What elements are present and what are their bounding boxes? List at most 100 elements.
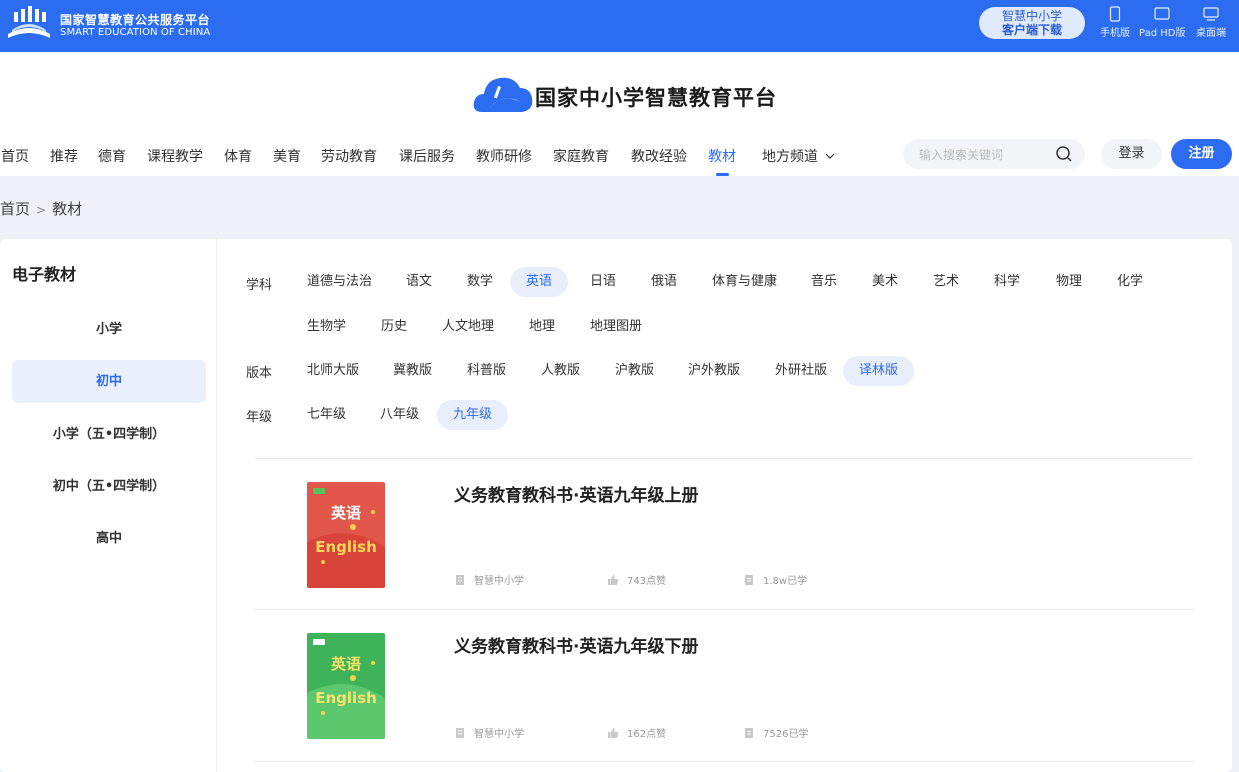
subject-chip[interactable]: 地理图册 — [574, 312, 658, 342]
subject-chip[interactable]: 道德与法治 — [291, 267, 388, 297]
divider — [254, 761, 1194, 762]
grade-label: 年级 — [246, 410, 273, 425]
book-learned: 1.8w已学 — [743, 572, 807, 587]
book-likes-count: 743点赞 — [627, 576, 667, 587]
divider — [254, 458, 1194, 459]
edition-chip[interactable]: 科普版 — [451, 356, 522, 386]
sidebar-title: 电子教材 — [12, 265, 77, 284]
search-input[interactable]: 输入搜索关键词 — [919, 146, 1003, 163]
sidebar-item-senior[interactable]: 高中 — [12, 517, 206, 560]
book-cover-english: English — [315, 538, 377, 556]
book-cover-title: 英语 — [330, 655, 361, 673]
device-mobile[interactable]: 手机版 — [1100, 6, 1130, 39]
building-icon — [456, 575, 464, 585]
book-cover[interactable]: 英语 English — [307, 482, 385, 588]
brand-name: 国家智慧教育公共服务平台 — [60, 13, 211, 27]
nav-arts[interactable]: 美育 — [273, 146, 301, 166]
breadcrumb-home[interactable]: 首页 — [0, 200, 30, 218]
book-cover-art — [307, 488, 385, 588]
subject-chip[interactable]: 美术 — [856, 267, 914, 297]
book-title[interactable]: 义务教育教科书·英语九年级下册 — [454, 632, 698, 657]
breadcrumb-separator: > — [36, 203, 47, 217]
nav-afterschool[interactable]: 课后服务 — [399, 146, 455, 166]
brand-name-en: SMART EDUCATION OF CHINA — [60, 27, 211, 38]
thumbs-up-icon — [608, 575, 619, 585]
nav-textbooks[interactable]: 教材 — [708, 146, 736, 176]
sidebar-item-primary[interactable]: 小学 — [12, 308, 206, 351]
subject-chip[interactable]: 音乐 — [795, 267, 853, 297]
nav-family[interactable]: 家庭教育 — [553, 146, 609, 166]
nav-courses[interactable]: 课程教学 — [147, 146, 203, 166]
subject-chip[interactable]: 数学 — [451, 267, 509, 297]
book-learned-count: 1.8w已学 — [763, 576, 808, 587]
search-box[interactable]: 输入搜索关键词 — [903, 139, 1085, 169]
download-line2: 客户端下载 — [1001, 23, 1062, 37]
nav-recommend[interactable]: 推荐 — [50, 146, 78, 166]
book-cover-art — [307, 639, 385, 739]
subject-chip[interactable]: 日语 — [574, 267, 632, 297]
edition-chip-active[interactable]: 译林版 — [843, 356, 915, 386]
subject-chip[interactable]: 物理 — [1040, 267, 1098, 297]
nav-moral[interactable]: 德育 — [98, 146, 126, 166]
document-icon — [745, 728, 753, 738]
book-likes-count: 162点赞 — [627, 729, 667, 740]
sidebar-item-junior-54[interactable]: 初中（五•四学制） — [12, 465, 206, 508]
device-desktop-label: 桌面端 — [1196, 28, 1226, 39]
book-likes: 162点赞 — [607, 725, 666, 740]
register-button[interactable]: 注册 — [1171, 139, 1232, 169]
divider — [254, 609, 1194, 610]
thumbs-up-icon — [608, 728, 619, 738]
subject-chip[interactable]: 科学 — [978, 267, 1036, 297]
nav-home[interactable]: 首页 — [1, 146, 29, 166]
subject-chip-active[interactable]: 英语 — [510, 267, 569, 297]
book-cover-english: English — [315, 689, 377, 707]
edition-chip[interactable]: 沪教版 — [599, 356, 670, 386]
subject-chip[interactable]: 地理 — [513, 312, 571, 342]
search-icon[interactable] — [1055, 145, 1073, 163]
grade-chip[interactable]: 八年级 — [364, 400, 435, 430]
subject-chip[interactable]: 化学 — [1101, 267, 1159, 297]
platform-logo-icon[interactable] — [4, 4, 54, 44]
desktop-icon — [1203, 7, 1219, 21]
book-likes: 743点赞 — [607, 572, 666, 587]
edition-chip[interactable]: 外研社版 — [759, 356, 843, 386]
book-cover-title: 英语 — [330, 504, 361, 522]
book-publisher-label: 智慧中小学 — [474, 576, 524, 587]
device-desktop[interactable]: 桌面端 — [1196, 6, 1226, 39]
book-learned-count: 7526已学 — [763, 729, 809, 740]
sidebar-item-primary-54[interactable]: 小学（五•四学制） — [12, 413, 206, 456]
subject-chip[interactable]: 生物学 — [291, 312, 362, 342]
grade-chip-active[interactable]: 九年级 — [437, 400, 509, 430]
subject-chip[interactable]: 俄语 — [635, 267, 693, 297]
tablet-icon — [1154, 7, 1170, 20]
nav-labor[interactable]: 劳动教育 — [321, 146, 377, 166]
book-learned: 7526已学 — [743, 725, 808, 740]
nav-teacher-training[interactable]: 教师研修 — [476, 146, 532, 166]
edition-chip[interactable]: 人教版 — [525, 356, 596, 386]
document-icon — [745, 575, 753, 585]
grade-chip[interactable]: 七年级 — [291, 400, 362, 430]
login-button[interactable]: 登录 — [1101, 139, 1162, 169]
book-title[interactable]: 义务教育教科书·英语九年级上册 — [454, 481, 698, 506]
breadcrumb: 首页 > 教材 — [0, 198, 82, 219]
subject-chip[interactable]: 体育与健康 — [696, 267, 793, 297]
nav-reform[interactable]: 教改经验 — [631, 146, 687, 166]
cloud-logo-icon[interactable] — [472, 72, 534, 118]
book-publisher: 智慧中小学 — [454, 572, 524, 587]
book-cover[interactable]: 英语 English — [307, 633, 385, 739]
subject-chip[interactable]: 艺术 — [917, 267, 975, 297]
edition-chip[interactable]: 北师大版 — [291, 356, 375, 386]
nav-sports[interactable]: 体育 — [224, 146, 252, 166]
edition-chip[interactable]: 冀教版 — [377, 356, 448, 386]
subject-chip[interactable]: 历史 — [365, 312, 423, 342]
breadcrumb-current: 教材 — [52, 200, 83, 218]
edition-chip[interactable]: 沪外教版 — [672, 356, 756, 386]
subject-label: 学科 — [246, 278, 273, 293]
client-download-button[interactable]: 智慧中小学 客户端下载 — [979, 7, 1085, 39]
platform-title: 国家中小学智慧教育平台 — [535, 86, 777, 110]
subject-chip[interactable]: 语文 — [390, 267, 448, 297]
subject-chip[interactable]: 人文地理 — [426, 312, 510, 342]
sidebar-item-junior[interactable]: 初中 — [12, 360, 206, 403]
nav-local-channel[interactable]: 地方频道 — [762, 146, 835, 166]
device-pad[interactable]: Pad HD版 — [1139, 6, 1185, 39]
